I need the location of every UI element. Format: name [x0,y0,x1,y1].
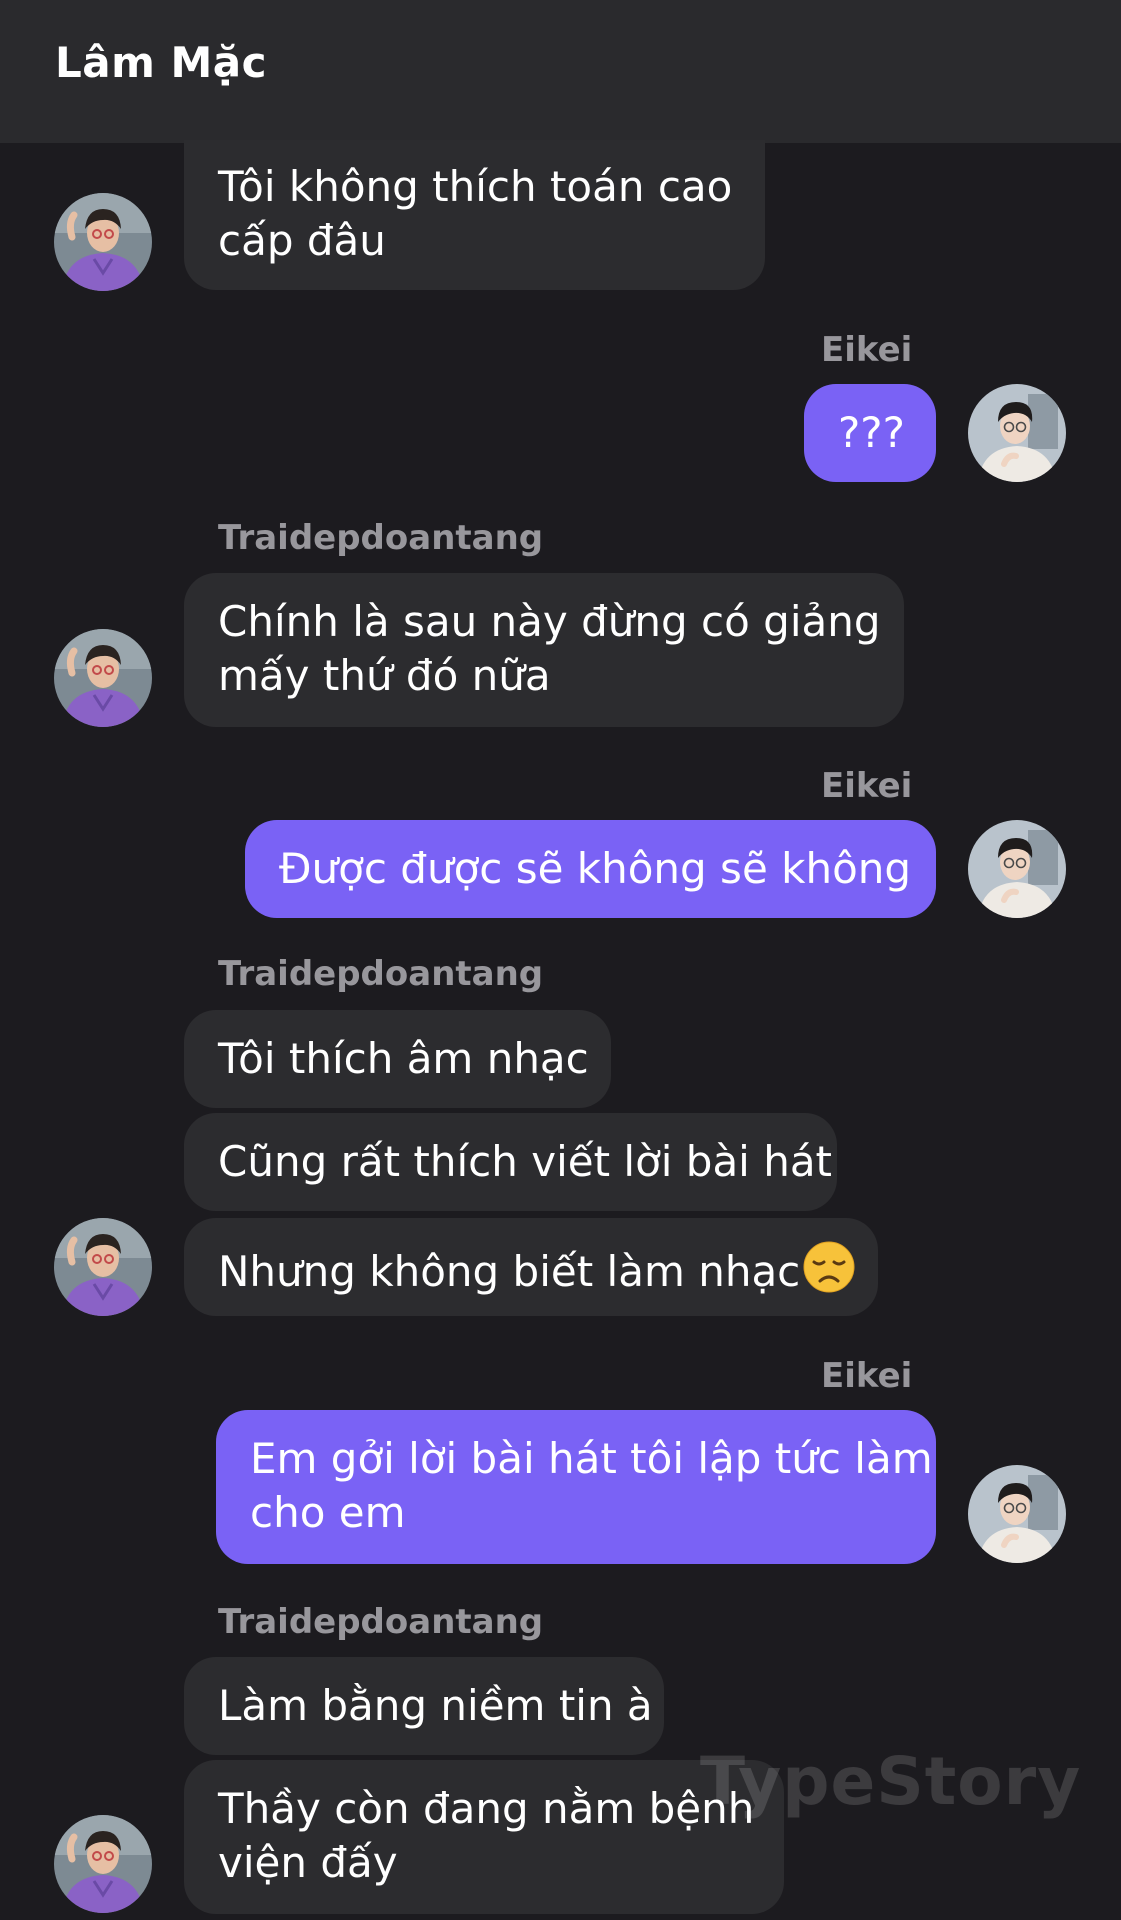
message-line: Tôi không thích toán cao [218,162,733,211]
message-text: Làm bằng niềm tin à [218,1681,653,1730]
incoming-message[interactable]: Tôi thích âm nhạc [184,1010,611,1108]
avatar[interactable] [968,384,1066,482]
sender-name: Traidepdoantang [218,954,544,994]
avatar[interactable] [54,1815,152,1913]
message-text: Tôi thích âm nhạc [218,1034,589,1083]
message-line: Thầy còn đang nằm bệnh [218,1784,755,1833]
incoming-message[interactable]: Làm bằng niềm tin à [184,1657,664,1755]
message-line: Chính là sau này đừng có giảng [218,597,881,646]
chat-title: Lâm Mặc [55,38,268,87]
incoming-message[interactable]: Cũng rất thích viết lời bài hát [184,1113,837,1211]
avatar[interactable] [54,629,152,727]
chat-screen: Lâm Mặc Tôi không thích toán cao cấp đâu… [0,0,1121,1920]
message-text: Cũng rất thích viết lời bài hát [218,1137,833,1186]
sender-name: Traidepdoantang [218,518,544,558]
message-line: Em gởi lời bài hát tôi lập tức làm [250,1434,933,1483]
message-text: Được được sẽ không sẽ không [279,844,912,893]
avatar[interactable] [968,1465,1066,1563]
message-line: cho em [250,1488,406,1537]
incoming-message[interactable]: Chính là sau này đừng có giảng mấy thứ đ… [184,573,904,727]
sender-name: Eikei [821,330,913,370]
incoming-message[interactable]: Tôi không thích toán cao cấp đâu [184,140,765,290]
sender-name: Eikei [821,766,913,806]
sender-name: Traidepdoantang [218,1602,544,1642]
outgoing-message[interactable]: ??? [804,384,936,482]
avatar[interactable] [54,193,152,291]
avatar-white-shirt-icon [968,1465,1066,1563]
incoming-message[interactable]: Nhưng không biết làm nhạc [184,1218,878,1316]
message-line: viện đấy [218,1838,398,1887]
avatar-purple-shirt-icon [54,1218,152,1316]
watermark: TypeStory [700,1743,1082,1820]
outgoing-message[interactable]: Em gởi lời bài hát tôi lập tức làm cho e… [216,1410,936,1564]
message-text: ??? [838,408,905,457]
outgoing-message[interactable]: Được được sẽ không sẽ không [245,820,936,918]
sender-name: Eikei [821,1356,913,1396]
avatar-purple-shirt-icon [54,1815,152,1913]
avatar[interactable] [968,820,1066,918]
incoming-message[interactable]: Thầy còn đang nằm bệnh viện đấy [184,1760,784,1914]
chat-header: Lâm Mặc [0,0,1121,143]
message-line: mấy thứ đó nữa [218,651,551,700]
avatar[interactable] [54,1218,152,1316]
message-text: Nhưng không biết làm nhạc [218,1247,801,1296]
avatar-white-shirt-icon [968,384,1066,482]
avatar-purple-shirt-icon [54,193,152,291]
avatar-white-shirt-icon [968,820,1066,918]
avatar-purple-shirt-icon [54,629,152,727]
disappointed-face-icon [802,1240,856,1307]
message-line: cấp đâu [218,216,386,265]
